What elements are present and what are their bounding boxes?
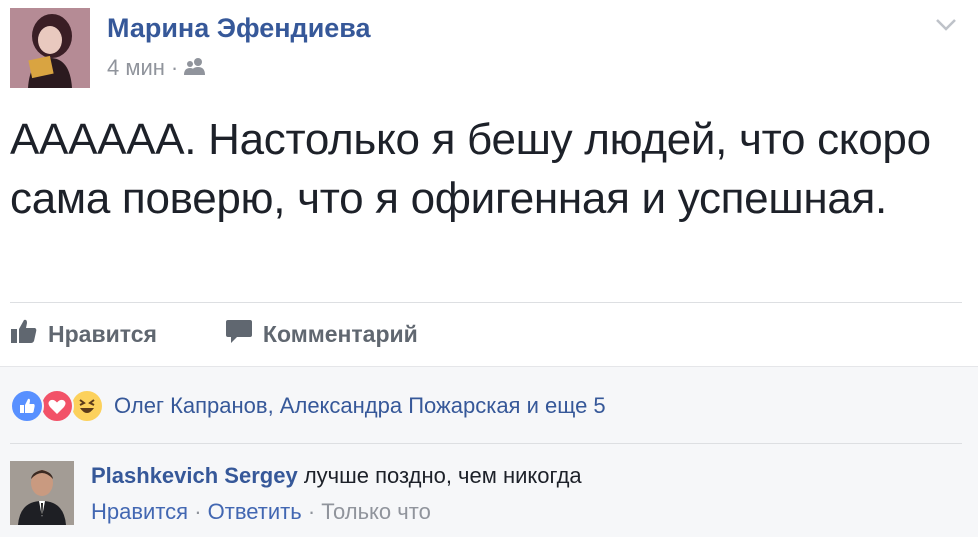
comment-button[interactable]: Комментарий <box>225 318 418 350</box>
post-meta: 4 мин · <box>107 55 206 81</box>
comment-label: Комментарий <box>262 320 418 347</box>
author-avatar[interactable] <box>10 8 90 88</box>
like-label: Нравится <box>48 320 157 347</box>
post-timestamp[interactable]: 4 мин <box>107 55 165 81</box>
comment-bubble-icon <box>225 318 253 350</box>
thumbs-up-icon <box>10 318 38 350</box>
divider <box>10 302 962 303</box>
like-button[interactable]: Нравится <box>10 318 157 350</box>
meta-separator: · <box>170 55 179 80</box>
feedback-section: Олег Капранов, Александра Пожарская и ещ… <box>0 366 978 537</box>
comment-body: лучше поздно, чем никогда <box>303 463 582 488</box>
reaction-icons <box>10 389 108 423</box>
commenter-avatar[interactable] <box>10 461 74 525</box>
commenter-name[interactable]: Plashkevich Sergey <box>91 463 298 488</box>
comment-actions: Нравится · Ответить · Только что <box>91 499 431 525</box>
comment-timestamp[interactable]: Только что <box>321 499 431 524</box>
haha-reaction-icon <box>70 389 104 423</box>
divider <box>10 443 962 444</box>
reactions-text[interactable]: Олег Капранов, Александра Пожарская и ещ… <box>114 393 606 419</box>
reactions-summary[interactable]: Олег Капранов, Александра Пожарская и ещ… <box>10 389 606 423</box>
post-card: Марина Эфендиева 4 мин · АААААА. Настоль… <box>0 0 978 366</box>
comment-separator: · <box>307 499 316 524</box>
like-reaction-icon <box>10 389 44 423</box>
post-text: АААААА. Настолько я бешу людей, что скор… <box>10 115 931 223</box>
friends-icon[interactable] <box>184 55 206 81</box>
comment-separator: · <box>194 499 202 524</box>
comment-item: Plashkevich Sergey лучше поздно, чем ник… <box>10 461 968 525</box>
author-name[interactable]: Марина Эфендиева <box>107 13 371 44</box>
chevron-down-icon[interactable] <box>934 14 958 34</box>
comment-reply-link[interactable]: Ответить <box>208 499 302 524</box>
post-actions: Нравится Комментарий <box>10 316 486 352</box>
comment-like-link[interactable]: Нравится <box>91 499 188 524</box>
comment-text: Plashkevich Sergey лучше поздно, чем ник… <box>91 463 582 489</box>
love-reaction-icon <box>40 389 74 423</box>
